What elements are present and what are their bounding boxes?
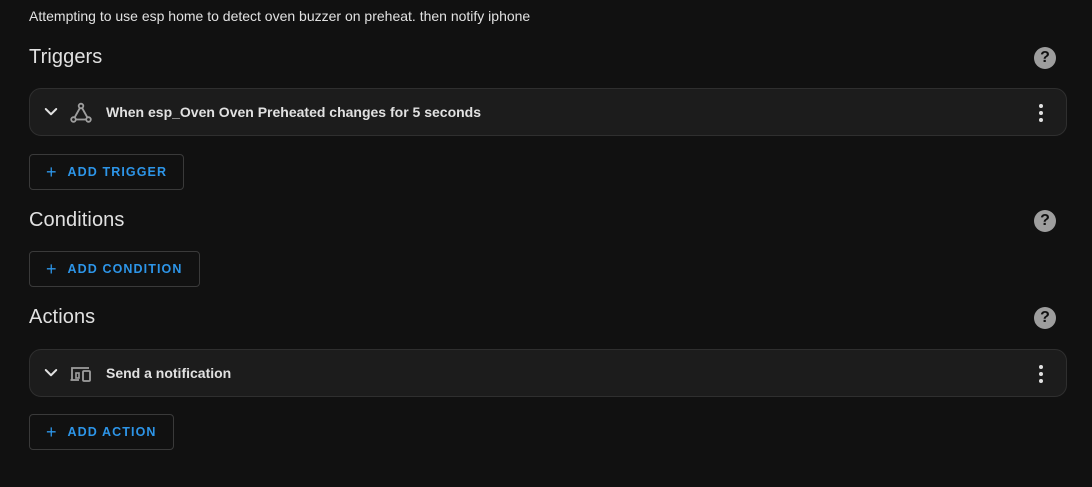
more-vert-icon[interactable] — [1029, 362, 1053, 386]
trigger-card[interactable]: When esp_Oven Oven Preheated changes for… — [29, 88, 1067, 136]
add-condition-button[interactable]: + ADD CONDITION — [29, 251, 200, 287]
plus-icon: + — [46, 162, 57, 182]
add-action-button[interactable]: + ADD ACTION — [29, 414, 174, 450]
plus-icon: + — [46, 422, 57, 442]
add-trigger-button[interactable]: + ADD TRIGGER — [29, 154, 185, 190]
action-card[interactable]: Send a notification — [29, 349, 1067, 397]
actions-title: Actions — [29, 306, 96, 328]
conditions-help-icon[interactable]: ? — [1034, 210, 1056, 232]
triggers-help-icon[interactable]: ? — [1034, 47, 1056, 69]
action-label: Send a notification — [106, 365, 232, 381]
automation-description: Attempting to use esp home to detect ove… — [29, 8, 531, 24]
add-action-label: ADD ACTION — [67, 425, 157, 439]
chevron-down-icon[interactable] — [42, 103, 60, 121]
plus-icon: + — [46, 259, 57, 279]
add-trigger-label: ADD TRIGGER — [67, 165, 168, 179]
triggers-title: Triggers — [29, 46, 103, 68]
chevron-down-icon[interactable] — [42, 364, 60, 382]
add-condition-label: ADD CONDITION — [67, 262, 183, 276]
more-vert-icon[interactable] — [1029, 101, 1053, 125]
state-trigger-icon — [70, 102, 92, 123]
conditions-title: Conditions — [29, 209, 125, 231]
automation-editor: Attempting to use esp home to detect ove… — [0, 0, 1092, 487]
devices-icon — [70, 367, 91, 382]
trigger-label: When esp_Oven Oven Preheated changes for… — [106, 104, 482, 120]
actions-help-icon[interactable]: ? — [1034, 307, 1056, 329]
